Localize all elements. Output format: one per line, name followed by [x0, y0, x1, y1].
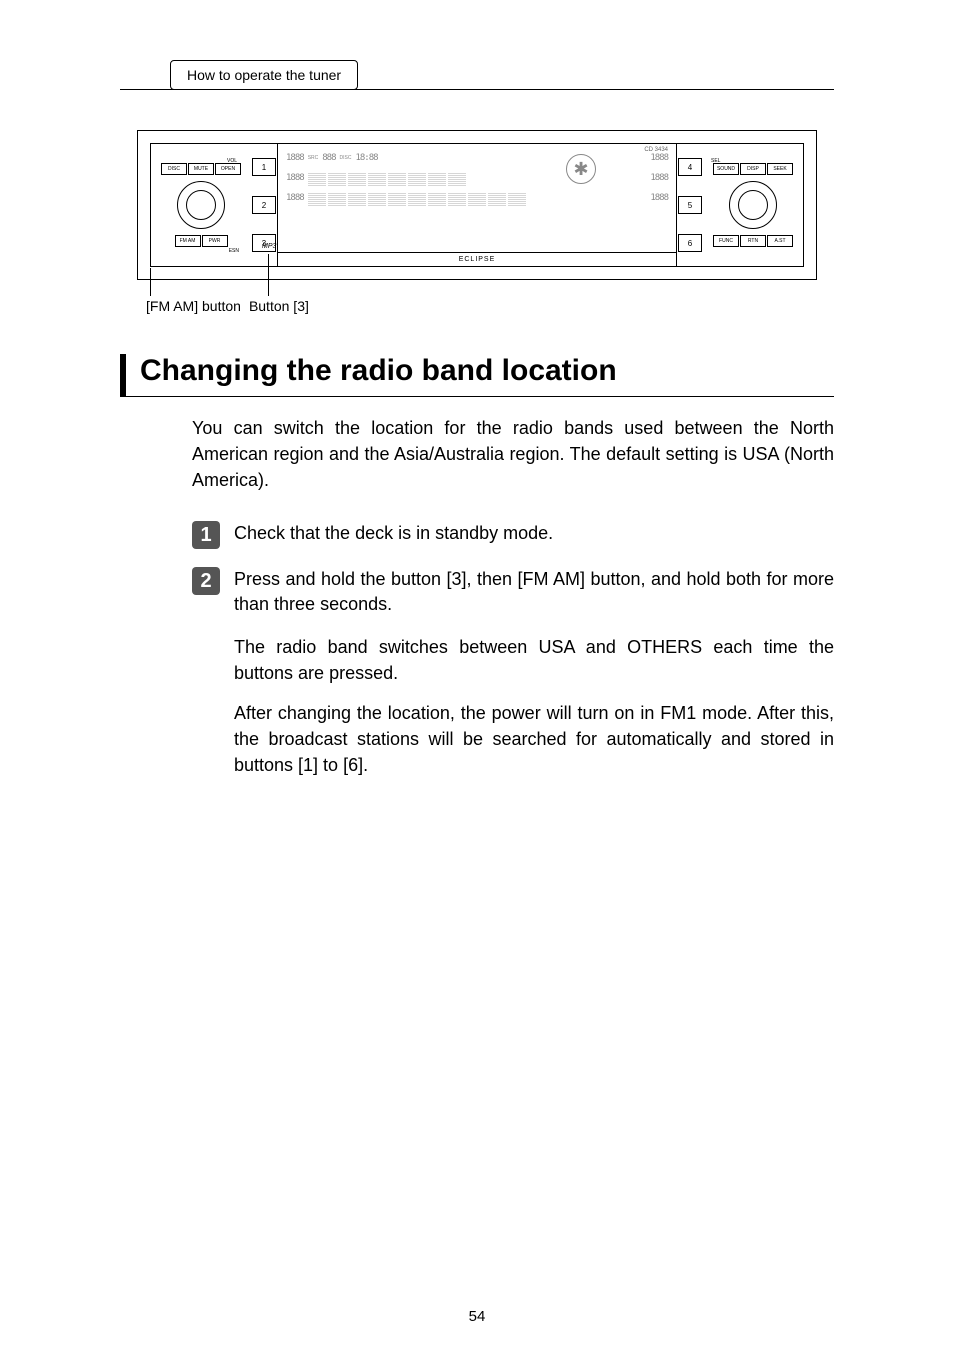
callout-fm-am: [FM AM] button	[146, 298, 241, 314]
lcd-right-3: 1888	[650, 193, 668, 203]
lcd-disc: DISC	[340, 155, 352, 161]
lcd-seg-2: 1888	[286, 173, 304, 183]
lcd-seg-3: 1888	[286, 193, 304, 203]
rtn-button: RTN	[740, 235, 766, 247]
lcd-display: CD 3434 MP3 1888 SRC 888 DISC 18:88 1888…	[277, 144, 677, 266]
preset-1: 1	[252, 158, 276, 176]
lcd-right-1: 1888	[650, 153, 668, 163]
note-paragraph-1: The radio band switches between USA and …	[234, 634, 834, 686]
sel-label: SEL	[711, 158, 720, 164]
right-knob	[729, 181, 777, 229]
right-preset-column: 4 5 6	[677, 144, 703, 266]
radio-panel: DISC MUTE OPEN VOL ESN FM AM PWR 1 2 3	[150, 143, 804, 267]
car-stereo-figure: DISC MUTE OPEN VOL ESN FM AM PWR 1 2 3	[137, 130, 817, 280]
lcd-time: 18:88	[355, 153, 377, 163]
step-2-number: 2	[192, 567, 220, 595]
func-button: FUNC	[713, 235, 739, 247]
step-2-text: Press and hold the button [3], then [FM …	[234, 567, 834, 616]
open-button: OPEN	[215, 163, 241, 175]
lcd-seg-top: 888	[322, 153, 335, 163]
lcd-right-2: 1888	[650, 173, 668, 183]
callout-button-3: Button [3]	[249, 298, 309, 314]
vol-label: VOL	[227, 158, 237, 164]
sound-button: SOUND	[713, 163, 739, 175]
fm-am-button: FM AM	[175, 235, 201, 247]
note-paragraph-2: After changing the location, the power w…	[234, 700, 834, 778]
disp-button: DISP	[740, 163, 766, 175]
lcd-matrix-row1	[308, 172, 466, 186]
page-number: 54	[0, 1308, 954, 1325]
seek-button: SEEK	[767, 163, 793, 175]
intro-paragraph: You can switch the location for the radi…	[192, 415, 834, 493]
esn-label: ESN	[229, 248, 239, 254]
compass-icon	[566, 154, 596, 184]
model-label: CD 3434	[644, 147, 668, 153]
preset-4: 4	[678, 158, 702, 176]
header-tab-label: How to operate the tuner	[187, 67, 341, 83]
lcd-src: SRC	[308, 155, 319, 161]
left-knob	[177, 181, 225, 229]
left-knob-section: DISC MUTE OPEN VOL ESN FM AM PWR	[151, 144, 251, 266]
preset-6: 6	[678, 234, 702, 252]
preset-5: 5	[678, 196, 702, 214]
disc-button: DISC	[161, 163, 187, 175]
callout-leader-line-2	[268, 254, 269, 296]
step-1-text: Check that the deck is in standby mode.	[234, 521, 834, 545]
step-1-number: 1	[192, 521, 220, 549]
callout-leader-line-1	[150, 268, 151, 296]
mp3-label: MP3	[262, 243, 276, 250]
preset-2: 2	[252, 196, 276, 214]
section-title: Changing the radio band location	[120, 354, 834, 396]
lcd-seg-1: 1888	[286, 153, 304, 163]
pwr-button: PWR	[202, 235, 228, 247]
mute-button: MUTE	[188, 163, 214, 175]
right-knob-section: SOUND DISP SEEK SEL FUNC RTN A.ST	[703, 144, 803, 266]
lcd-matrix-row2	[308, 192, 526, 206]
ast-button: A.ST	[767, 235, 793, 247]
step-2: 2 Press and hold the button [3], then [F…	[192, 567, 834, 616]
title-underline	[120, 396, 834, 397]
brand-bar: ECLIPSE	[278, 252, 676, 266]
step-1: 1 Check that the deck is in standby mode…	[192, 521, 834, 549]
header-tab: How to operate the tuner	[170, 60, 358, 90]
